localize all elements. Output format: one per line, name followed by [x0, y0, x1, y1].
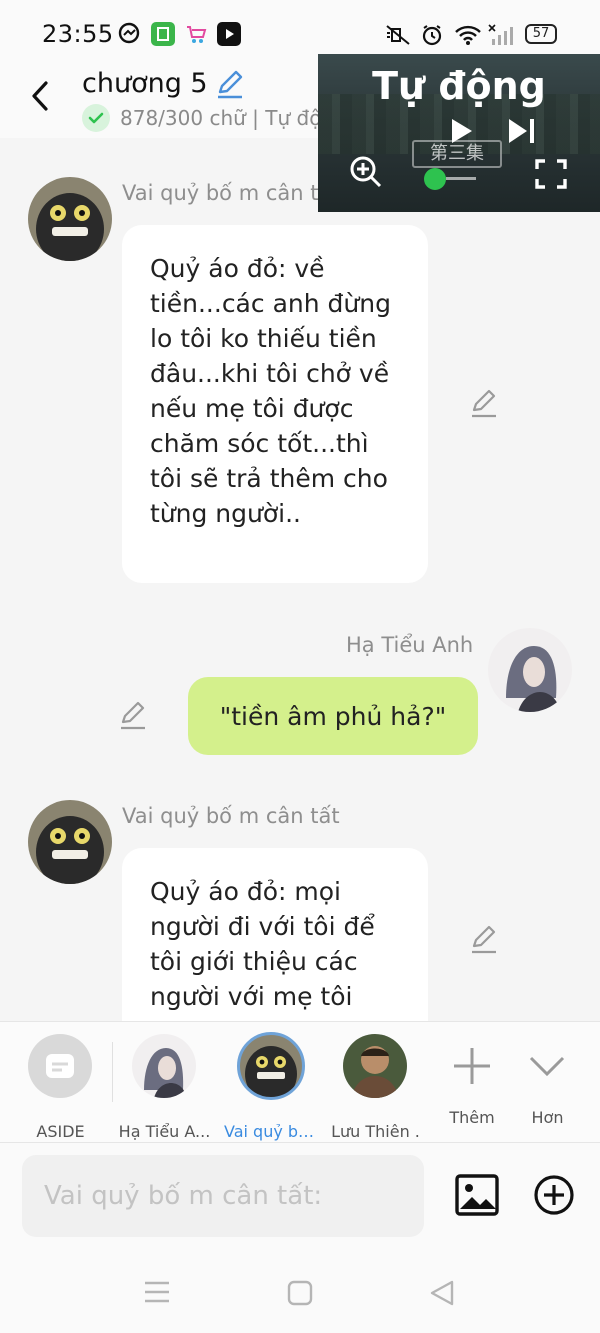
add-circle-icon[interactable] — [532, 1173, 576, 1221]
message-bubble[interactable]: "tiền âm phủ hả?" — [188, 677, 478, 755]
image-icon[interactable] — [454, 1173, 500, 1221]
message-text: Quỷ áo đỏ: về tiền...các anh đừng lo tôi… — [150, 254, 391, 528]
video-app-icon — [217, 22, 241, 46]
word-count-status: 878/300 chữ | Tự độ — [120, 106, 322, 130]
status-time: 23:55 — [42, 20, 114, 48]
composer-bar — [0, 1143, 600, 1253]
wifi-icon — [454, 22, 482, 48]
cart-icon — [184, 22, 208, 46]
video-progress-handle[interactable] — [424, 168, 446, 190]
plus-icon — [440, 1034, 504, 1098]
avatar-red-ghost[interactable] — [28, 800, 112, 884]
back-button[interactable] — [26, 78, 56, 114]
character-aside[interactable]: ASIDE — [13, 1034, 108, 1141]
more-button[interactable]: Hơn — [500, 1034, 595, 1134]
avatar-ha-tieu-anh[interactable] — [488, 628, 572, 712]
avatar-red-ghost — [237, 1032, 305, 1100]
sender-name: Vai quỷ bố m cân t — [122, 181, 319, 205]
back-nav-icon[interactable] — [428, 1279, 456, 1311]
mute-icon — [384, 22, 412, 48]
video-title: Tự động — [372, 64, 546, 108]
message-input[interactable] — [22, 1155, 424, 1237]
character-ha-tieu-anh[interactable]: Hạ Tiểu A... — [117, 1034, 212, 1141]
zoom-in-icon[interactable] — [348, 154, 384, 194]
sender-name: Vai quỷ bố m cân tất — [122, 804, 340, 828]
signal-icon — [488, 22, 516, 48]
message-text: "tiền âm phủ hả?" — [219, 701, 447, 731]
aside-icon — [28, 1034, 92, 1098]
battery-indicator: 57 — [525, 24, 557, 44]
character-label: Lưu Thiên . — [331, 1122, 420, 1141]
fullscreen-icon[interactable] — [534, 158, 568, 194]
character-label: ASIDE — [36, 1122, 85, 1141]
message-bubble[interactable]: Quỷ áo đỏ: mọi người đi với tôi để tôi g… — [122, 848, 428, 1021]
character-label: Hạ Tiểu A... — [118, 1122, 211, 1141]
character-label: Vai quỷ bố... — [224, 1122, 319, 1141]
avatar-red-ghost[interactable] — [28, 177, 112, 261]
character-red-ghost[interactable]: Vai quỷ bố... — [224, 1032, 319, 1141]
check-icon — [82, 104, 110, 132]
skip-next-icon[interactable] — [506, 116, 538, 150]
home-icon[interactable] — [286, 1279, 314, 1311]
video-progress-bar[interactable] — [446, 177, 476, 180]
edit-title-icon[interactable] — [214, 70, 246, 100]
floating-video-player[interactable]: Tự động 第三集 — [318, 54, 600, 212]
character-selector-bar: ASIDE Hạ Tiểu A... Vai quỷ bố... Lưu Thi… — [0, 1021, 600, 1143]
avatar-ha-tieu-anh — [132, 1034, 196, 1098]
avatar-luu-thien — [343, 1034, 407, 1098]
character-label: Hơn — [531, 1108, 564, 1127]
menu-icon[interactable] — [142, 1279, 172, 1309]
message-text: Quỷ áo đỏ: mọi người đi với tôi để tôi g… — [150, 877, 375, 1011]
alarm-icon — [420, 22, 444, 48]
system-nav-bar — [0, 1253, 600, 1333]
edit-message-icon[interactable] — [468, 388, 500, 420]
play-icon[interactable] — [448, 116, 476, 150]
edit-message-icon[interactable] — [468, 924, 500, 956]
sender-name: Hạ Tiểu Anh — [346, 633, 474, 657]
messenger-icon — [118, 22, 142, 46]
shop-icon — [151, 22, 175, 46]
divider — [112, 1042, 113, 1102]
chapter-title: chương 5 — [82, 68, 208, 99]
chevron-down-icon — [515, 1034, 579, 1098]
character-luu-thien[interactable]: Lưu Thiên . — [328, 1034, 423, 1141]
message-bubble[interactable]: Quỷ áo đỏ: về tiền...các anh đừng lo tôi… — [122, 225, 428, 583]
edit-message-icon[interactable] — [117, 700, 149, 732]
